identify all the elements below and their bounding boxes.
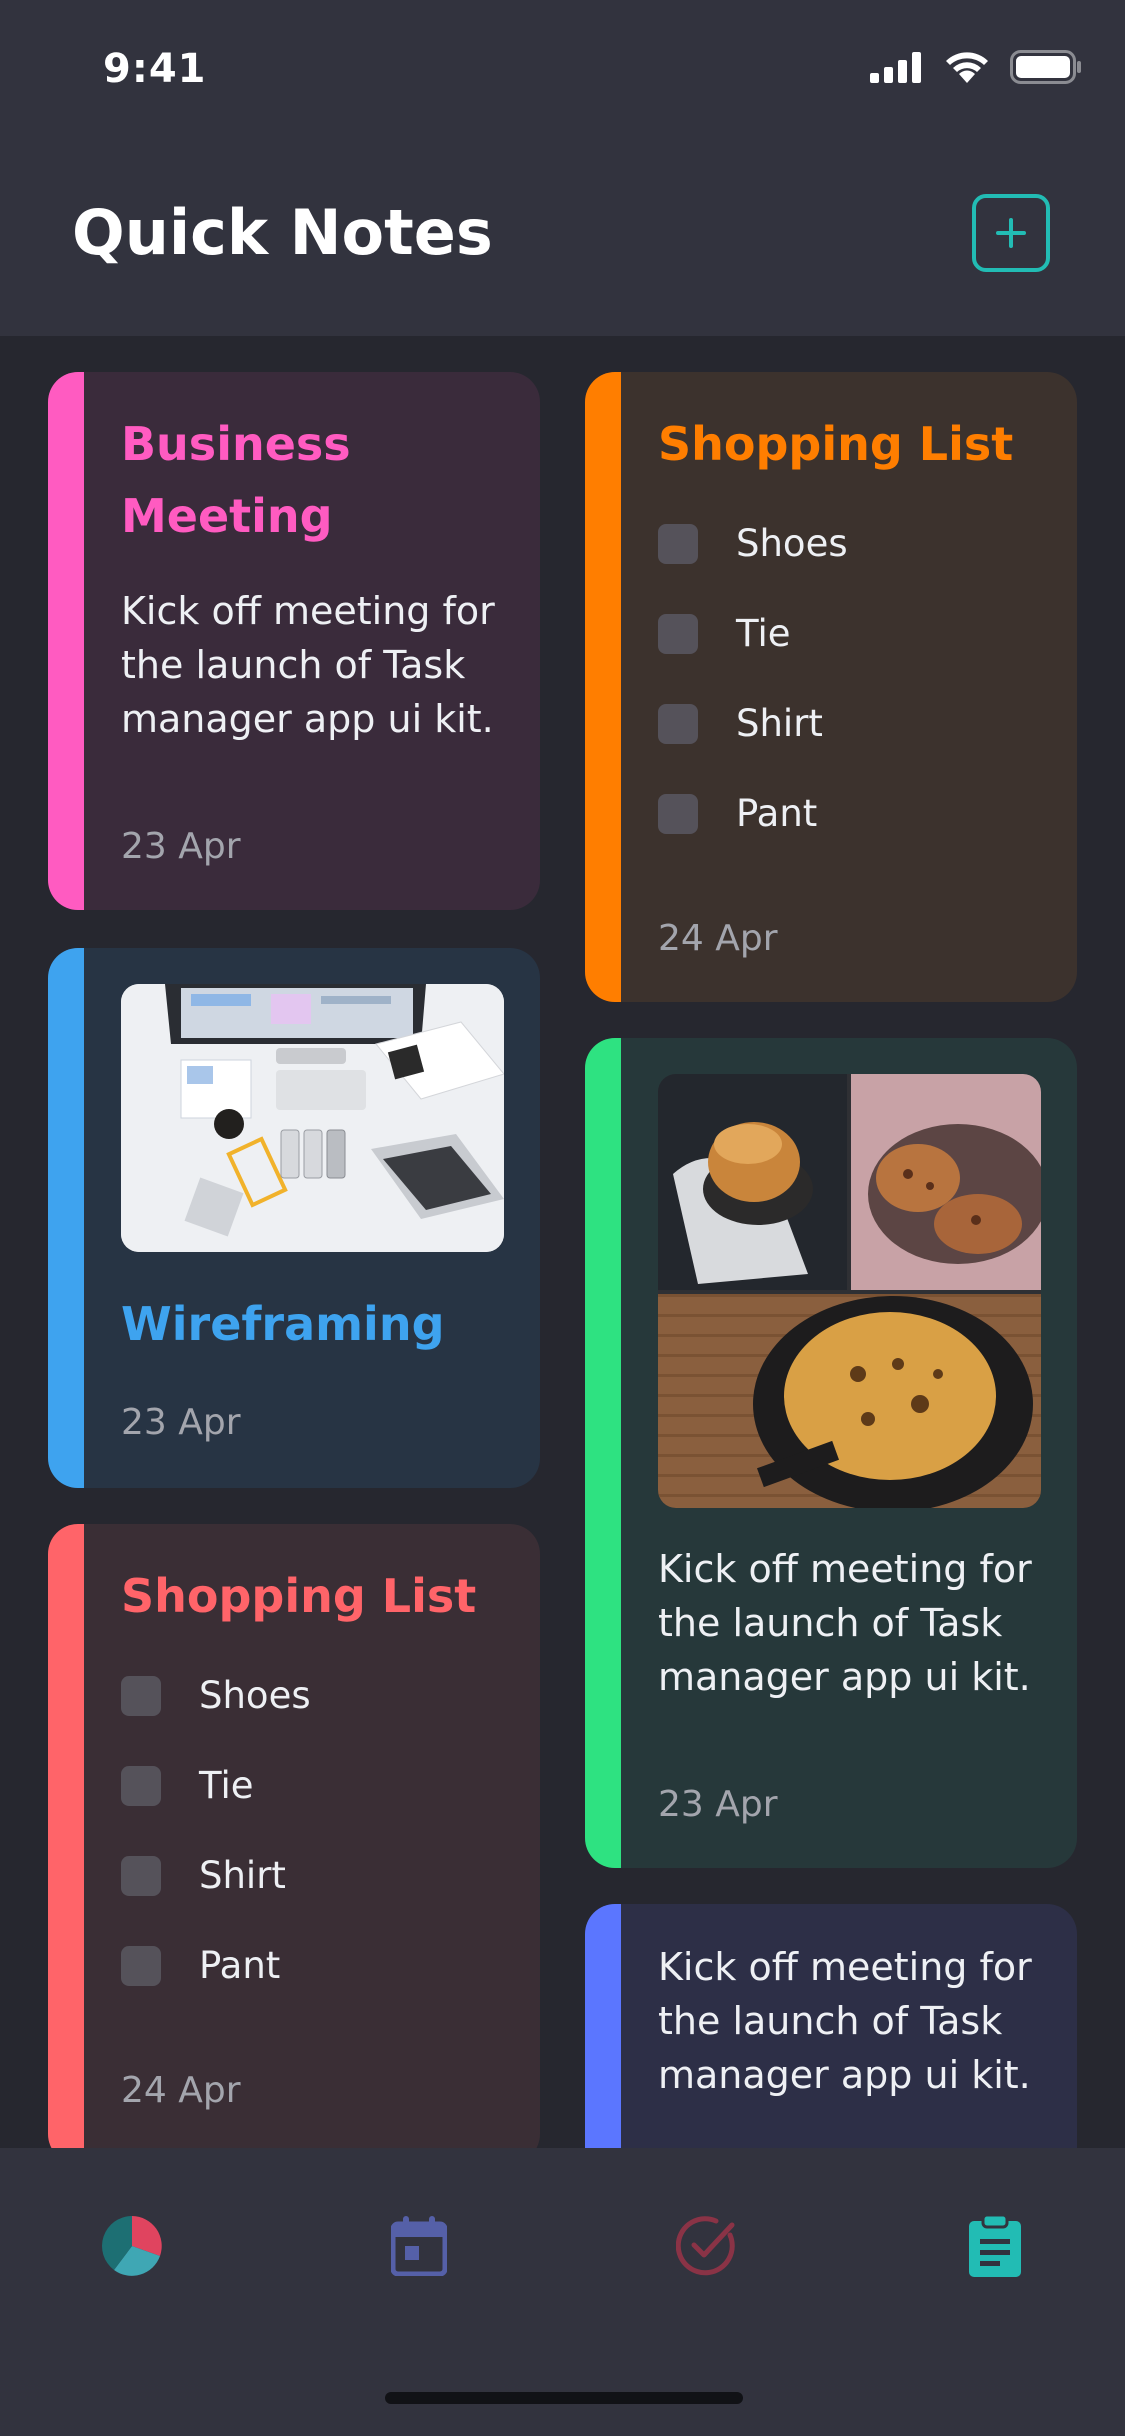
card-accent-stripe xyxy=(48,1524,84,2164)
wifi-icon xyxy=(946,52,988,83)
checklist-item[interactable]: Tie xyxy=(658,612,791,655)
checklist-item[interactable]: Shirt xyxy=(121,1854,286,1897)
card-body-line: Kick off meeting for xyxy=(658,1945,1032,1989)
card-date: 23 Apr xyxy=(121,826,241,867)
header: Quick Notes xyxy=(0,140,1125,336)
note-card-business-meeting[interactable]: Business Meeting Kick off meeting for th… xyxy=(48,372,540,910)
checklist-item-label: Shirt xyxy=(736,702,823,745)
card-title: Shopping List xyxy=(121,1569,477,1623)
add-note-button[interactable] xyxy=(972,194,1050,272)
note-card-food-images[interactable]: Kick off meeting for the launch of Task … xyxy=(585,1038,1077,1868)
card-body-line: manager app ui kit. xyxy=(658,2053,1031,2097)
card-body-line: manager app ui kit. xyxy=(121,697,494,741)
card-title: Meeting xyxy=(121,489,333,543)
card-body-line: Kick off meeting for xyxy=(121,589,495,633)
check-circle-icon xyxy=(676,2216,735,2276)
checkbox[interactable] xyxy=(121,1855,161,1896)
battery-icon xyxy=(1010,50,1081,84)
note-card-shopping-list[interactable]: Shopping List Shoes Tie Shirt Pant 24 Ap… xyxy=(585,372,1077,1002)
checklist-item[interactable]: Shoes xyxy=(121,1674,311,1717)
page-title: Quick Notes xyxy=(72,196,493,269)
card-body-line: the launch of Task xyxy=(658,1999,1003,2043)
checkbox[interactable] xyxy=(658,703,698,744)
checkbox[interactable] xyxy=(658,793,698,834)
checklist-item-label: Shoes xyxy=(199,1674,311,1717)
card-accent-stripe xyxy=(48,372,84,910)
signal-icon xyxy=(870,52,921,83)
checkbox[interactable] xyxy=(121,1765,161,1806)
card-accent-stripe xyxy=(585,372,621,1002)
checklist-item-label: Pant xyxy=(736,792,818,835)
plus-icon xyxy=(996,218,1026,248)
status-time: 9:41 xyxy=(103,46,207,92)
tab-tasks[interactable] xyxy=(673,2212,741,2280)
card-date: 24 Apr xyxy=(658,918,778,959)
card-date: 23 Apr xyxy=(658,1784,778,1825)
card-title: Shopping List xyxy=(658,417,1014,471)
checklist-item-label: Shirt xyxy=(199,1854,286,1897)
pie-chart-icon xyxy=(102,2216,162,2276)
card-date: 24 Apr xyxy=(121,2070,241,2111)
card-body-line: manager app ui kit. xyxy=(658,1655,1031,1699)
checklist-item-label: Tie xyxy=(736,612,791,655)
calendar-icon xyxy=(391,2216,447,2276)
checklist-item-label: Shoes xyxy=(736,522,848,565)
checklist-item-label: Tie xyxy=(199,1764,254,1807)
checklist-item[interactable]: Shirt xyxy=(658,702,823,745)
checkbox[interactable] xyxy=(121,1945,161,1986)
checkbox[interactable] xyxy=(658,613,698,654)
note-card-wireframing[interactable]: Wireframing 23 Apr xyxy=(48,948,540,1488)
food-photo-collage xyxy=(658,1074,1041,1508)
desk-workspace-photo xyxy=(121,984,504,1252)
card-accent-stripe xyxy=(585,1038,621,1868)
tab-calendar[interactable] xyxy=(385,2212,453,2280)
card-title: Wireframing xyxy=(121,1297,445,1351)
card-accent-stripe xyxy=(48,948,84,1488)
card-body-line: Kick off meeting for xyxy=(658,1547,1032,1591)
checkbox[interactable] xyxy=(121,1675,161,1716)
checklist-item-label: Pant xyxy=(199,1944,281,1987)
status-icons xyxy=(870,50,1082,84)
card-body-line: the launch of Task xyxy=(121,643,466,687)
card-title: Business xyxy=(121,417,351,471)
checklist-item[interactable]: Pant xyxy=(658,792,817,835)
note-card-shopping-list[interactable]: Shopping List Shoes Tie Shirt Pant 24 Ap… xyxy=(48,1524,540,2164)
checklist-item[interactable]: Pant xyxy=(121,1944,280,1987)
card-date: 23 Apr xyxy=(121,1402,241,1443)
tab-notes[interactable] xyxy=(961,2212,1029,2280)
checkbox[interactable] xyxy=(658,523,698,564)
status-bar: 9:41 xyxy=(0,0,1125,140)
card-body-line: the launch of Task xyxy=(658,1601,1003,1645)
checklist-item[interactable]: Shoes xyxy=(658,522,848,565)
home-indicator[interactable] xyxy=(385,2392,743,2404)
checklist-item[interactable]: Tie xyxy=(121,1764,254,1807)
clipboard-icon xyxy=(969,2215,1021,2277)
tab-dashboard[interactable] xyxy=(98,2212,166,2280)
